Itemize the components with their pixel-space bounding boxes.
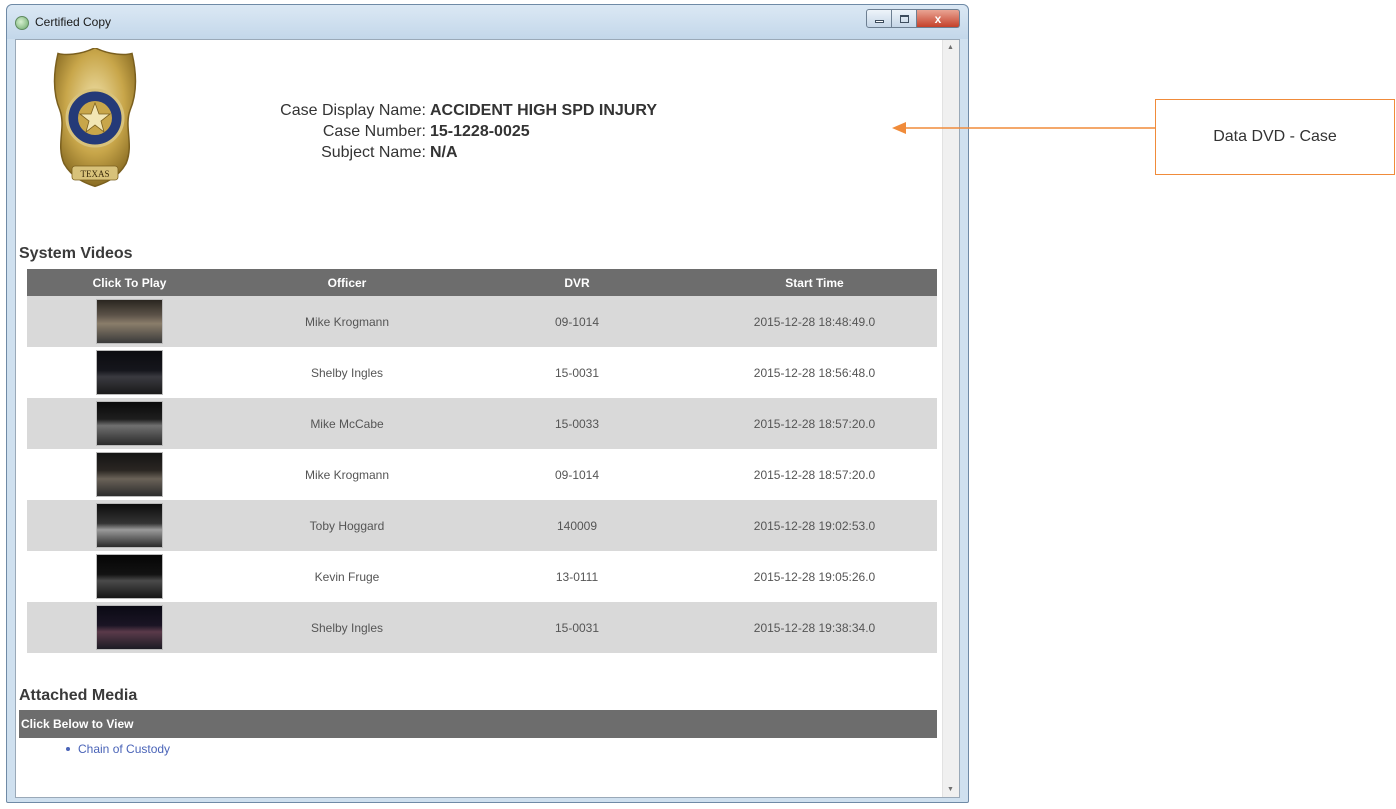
table-row: Mike Krogmann 09-1014 2015-12-28 18:48:49.… bbox=[27, 296, 937, 347]
col-click-to-play: Click To Play bbox=[27, 269, 232, 296]
attached-media-title: Attached Media bbox=[19, 687, 138, 704]
case-info: Case Display Name: ACCIDENT HIGH SPD INJ… bbox=[236, 100, 657, 163]
minimize-button[interactable] bbox=[866, 9, 892, 28]
col-start-time: Start Time bbox=[692, 269, 937, 296]
subject-name-label: Subject Name: bbox=[321, 144, 426, 161]
officer-cell: Mike Krogmann bbox=[304, 467, 390, 482]
start-time-cell: 2015-12-28 18:57:20.0 bbox=[692, 398, 937, 449]
minimize-icon bbox=[874, 20, 884, 23]
case-display-name-label: Case Display Name: bbox=[280, 102, 426, 119]
badge-text: TEXAS bbox=[81, 169, 110, 179]
officer-cell: Shelby Ingles bbox=[232, 602, 462, 653]
subject-name-row: Subject Name: N/A bbox=[236, 142, 657, 163]
video-thumbnail[interactable] bbox=[96, 503, 163, 548]
app-icon bbox=[15, 16, 29, 30]
officer-cell: Kevin Fruge bbox=[314, 569, 380, 584]
dvr-cell: 15-0031 bbox=[462, 602, 692, 653]
chain-of-custody-link[interactable]: Chain of Custody bbox=[78, 742, 170, 756]
col-officer: Officer bbox=[232, 269, 462, 296]
start-time-cell: 2015-12-28 18:57:20.0 bbox=[753, 467, 876, 482]
maximize-icon bbox=[899, 14, 909, 23]
start-time-cell: 2015-12-28 18:56:48.0 bbox=[753, 365, 876, 380]
callout-box: Data DVD - Case bbox=[1155, 99, 1395, 175]
video-thumbnail-cell bbox=[27, 347, 232, 398]
window-controls: x bbox=[866, 9, 960, 28]
table-row: Mike McCabe 15-0033 2015-12-28 18:57:20.0 bbox=[27, 398, 937, 449]
officer-cell: Mike Krogmann bbox=[232, 296, 462, 347]
table-row: Shelby Ingles 15-0031 2015-12-28 18:56:48.… bbox=[27, 347, 937, 398]
dvr-cell: 09-1014 bbox=[462, 296, 692, 347]
police-badge-icon: TEXAS bbox=[53, 48, 137, 188]
video-thumbnail[interactable] bbox=[96, 452, 163, 497]
video-thumbnail-cell bbox=[27, 296, 232, 347]
maximize-button[interactable] bbox=[892, 9, 917, 28]
video-thumbnail[interactable] bbox=[96, 605, 163, 650]
table-row: Mike Krogmann 09-1014 2015-12-28 18:57:20.… bbox=[27, 449, 937, 500]
table-header-row: Click To Play Officer DVR Start Time bbox=[27, 269, 937, 296]
scroll-down-icon[interactable]: ▼ bbox=[947, 786, 954, 793]
video-thumbnail-cell bbox=[27, 551, 232, 602]
officer-cell: Toby Hoggard bbox=[232, 500, 462, 551]
officer-cell: Shelby Ingles bbox=[310, 365, 384, 380]
video-thumbnail-cell bbox=[27, 602, 232, 653]
start-time-cell: 2015-12-28 18:48:49.0 bbox=[692, 296, 937, 347]
start-time-cell: 2015-12-28 19:38:34.0 bbox=[692, 602, 937, 653]
callout-arrow bbox=[892, 122, 1156, 134]
case-display-name-value: ACCIDENT HIGH SPD INJURY bbox=[430, 102, 657, 119]
vertical-scrollbar[interactable]: ▲ ▼ bbox=[942, 40, 959, 797]
video-thumbnail[interactable] bbox=[96, 401, 163, 446]
bullet-icon bbox=[66, 747, 70, 751]
video-thumbnail-cell bbox=[27, 500, 232, 551]
start-time-cell: 2015-12-28 19:05:26.0 bbox=[753, 569, 876, 584]
video-thumbnail-cell bbox=[27, 398, 232, 449]
video-thumbnail[interactable] bbox=[96, 350, 163, 395]
dvr-cell: 09-1014 bbox=[554, 467, 600, 482]
start-time-cell: 2015-12-28 19:02:53.0 bbox=[692, 500, 937, 551]
dvr-cell: 15-0033 bbox=[462, 398, 692, 449]
video-thumbnail[interactable] bbox=[96, 554, 163, 599]
case-number-row: Case Number: 15-1228-0025 bbox=[236, 121, 657, 142]
video-thumbnail[interactable] bbox=[96, 299, 163, 344]
table-row: Shelby Ingles 15-0031 2015-12-28 19:38:34.… bbox=[27, 602, 937, 653]
page-content: TEXAS Case Display Name: ACCIDENT HIGH S… bbox=[15, 39, 960, 798]
officer-cell: Mike McCabe bbox=[232, 398, 462, 449]
close-icon: x bbox=[934, 11, 942, 26]
subject-name-value: N/A bbox=[430, 144, 458, 161]
system-videos-title: System Videos bbox=[19, 245, 133, 262]
table-row: Toby Hoggard 140009 2015-12-28 19:02:53.0 bbox=[27, 500, 937, 551]
attached-media-header: Click Below to View bbox=[19, 710, 937, 738]
case-number-label: Case Number: bbox=[322, 123, 426, 140]
callout-label: Data DVD - Case bbox=[1213, 128, 1337, 145]
certified-copy-window: Certified Copy x TEXAS Case Display Name… bbox=[6, 4, 969, 803]
window-title: Certified Copy bbox=[35, 15, 112, 29]
case-number-value: 15-1228-0025 bbox=[430, 123, 530, 140]
table-row: Kevin Fruge 13-0111 2015-12-28 19:05:26.0 bbox=[27, 551, 937, 602]
attached-media-list: Chain of Custody bbox=[66, 742, 170, 756]
case-display-name-row: Case Display Name: ACCIDENT HIGH SPD INJ… bbox=[236, 100, 657, 121]
dvr-cell: 15-0031 bbox=[554, 365, 600, 380]
system-videos-table: Click To Play Officer DVR Start Time Mik… bbox=[27, 269, 937, 653]
title-bar[interactable]: Certified Copy x bbox=[7, 5, 968, 39]
dvr-cell: 140009 bbox=[462, 500, 692, 551]
video-thumbnail-cell bbox=[27, 449, 232, 500]
scroll-up-icon[interactable]: ▲ bbox=[947, 44, 954, 51]
dvr-cell: 13-0111 bbox=[555, 569, 599, 584]
col-dvr: DVR bbox=[462, 269, 692, 296]
close-button[interactable]: x bbox=[917, 9, 960, 28]
list-item: Chain of Custody bbox=[66, 742, 170, 756]
